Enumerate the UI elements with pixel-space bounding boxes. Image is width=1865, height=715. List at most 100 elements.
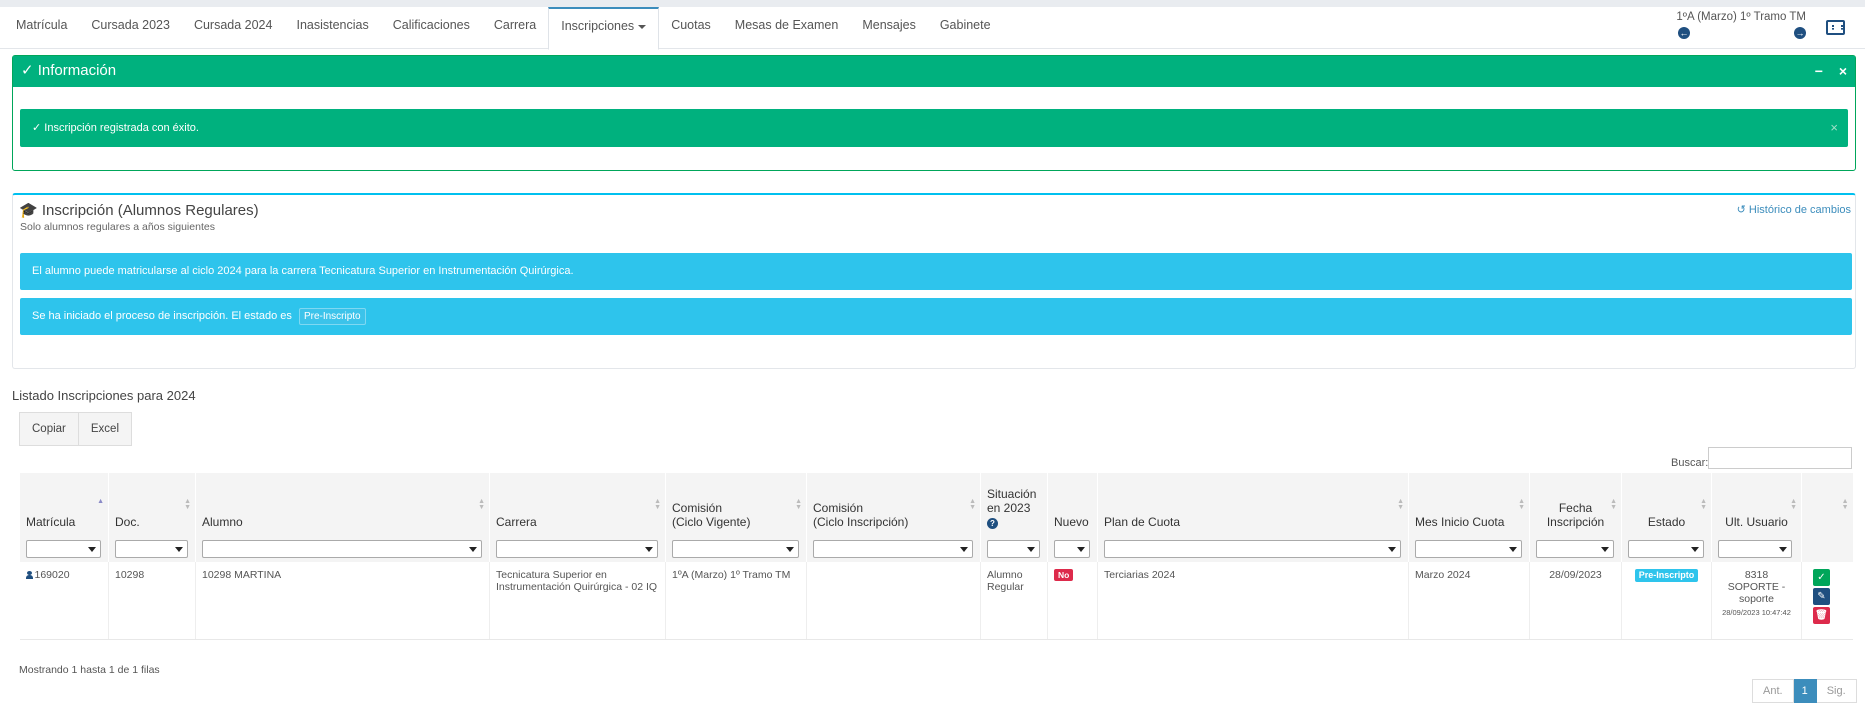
cell-mes-inicio: Marzo 2024 xyxy=(1408,562,1530,640)
col-alumno[interactable]: Alumno ▲ ▼ xyxy=(195,473,490,535)
estado-badge: Pre-Inscripto xyxy=(1634,569,1699,582)
col-nuevo[interactable]: Nuevo xyxy=(1047,473,1098,535)
cell-usuario: 8318 SOPORTE - soporte 28/09/2023 10:47:4… xyxy=(1711,562,1802,640)
col-comision-inscripcion[interactable]: Comisión (Ciclo Inscripción) ▲ ▼ xyxy=(806,473,981,535)
sort-icon: ▲ ▼ xyxy=(795,498,802,511)
cell-nuevo: No xyxy=(1047,562,1098,640)
col-doc[interactable]: Doc. ▲ ▼ xyxy=(108,473,196,535)
help-icon[interactable]: ? xyxy=(987,518,998,529)
filter-situacion-select[interactable] xyxy=(987,539,1040,558)
search-input[interactable] xyxy=(1708,447,1852,469)
col-matricula[interactable]: Matrícula ▲ xyxy=(19,473,109,535)
inscription-box: 🎓 Inscripción (Alumnos Regulares) Solo a… xyxy=(12,193,1856,369)
col-comision-vigente[interactable]: Comisión (Ciclo Vigente) ▲ ▼ xyxy=(665,473,807,535)
check-icon: ✓ xyxy=(32,122,42,134)
nuevo-badge: No xyxy=(1054,569,1074,581)
sort-icon: ▲ ▼ xyxy=(478,498,485,511)
cell-alumno: 10298 MARTINA xyxy=(195,562,490,640)
tab-mesas-de-examen[interactable]: Mesas de Examen xyxy=(723,7,851,49)
cell-estado: Pre-Inscripto xyxy=(1621,562,1712,640)
tab-gabinete[interactable]: Gabinete xyxy=(928,7,1003,49)
col-situacion[interactable]: Situación en 2023? xyxy=(980,473,1048,535)
tab-cursada-2024[interactable]: Cursada 2024 xyxy=(182,7,285,49)
cycle-label: 1ºA (Marzo) 1º Tramo TM xyxy=(1676,11,1806,23)
history-link-label: Histórico de cambios xyxy=(1748,204,1851,216)
confirm-button[interactable]: ✓ xyxy=(1813,569,1830,586)
next-page-button[interactable]: Sig. xyxy=(1816,679,1857,703)
col-carrera[interactable]: Carrera ▲ ▼ xyxy=(489,473,666,535)
filter-usuario-select[interactable] xyxy=(1718,539,1792,558)
tab-inasistencias[interactable]: Inasistencias xyxy=(284,7,380,49)
sort-icon: ▲ ▼ xyxy=(184,498,191,511)
col-doc-label: Doc. xyxy=(115,515,140,529)
tab-mensajes[interactable]: Mensajes xyxy=(850,7,928,49)
tab-cuotas[interactable]: Cuotas xyxy=(659,7,723,49)
col-fecha-inscripcion[interactable]: Fecha Inscripción ▲ ▼ xyxy=(1529,473,1622,535)
cell-actions: ✓ ✎ 🗑 xyxy=(1801,562,1853,640)
col-situacion-label-2: en 2023 xyxy=(987,501,1031,515)
user-icon xyxy=(25,571,33,580)
col-ult-usuario[interactable]: Ult. Usuario ▲ ▼ xyxy=(1711,473,1802,535)
cycle-selector: 1ºA (Marzo) 1º Tramo TM ← → xyxy=(1672,11,1806,41)
copy-button[interactable]: Copiar xyxy=(19,412,79,446)
table-row: 169020 10298 10298 MARTINA Tecnicatura S… xyxy=(19,562,1853,640)
prev-page-button[interactable]: Ant. xyxy=(1752,679,1794,703)
trash-icon[interactable]: 🗑 xyxy=(1813,607,1830,624)
matricula-value: 169020 xyxy=(34,569,70,581)
filter-comision-vigente-select[interactable] xyxy=(672,539,799,558)
history-icon: ↺ xyxy=(1736,204,1746,216)
col-fecha-label-1: Fecha xyxy=(1558,501,1593,515)
col-actions: ▲ ▼ xyxy=(1801,473,1853,535)
cell-fecha: 28/09/2023 xyxy=(1529,562,1622,640)
filter-mes-inicio-select[interactable] xyxy=(1415,539,1522,558)
info-box-tools: − × xyxy=(1803,56,1847,86)
cell-comision-inscripcion xyxy=(806,562,981,640)
usuario-value: 8318 SOPORTE - soporte xyxy=(1727,569,1786,605)
arrow-right-icon[interactable]: → xyxy=(1794,27,1806,39)
nav-tabs: Matrícula Cursada 2023 Cursada 2024 Inas… xyxy=(4,7,1003,50)
filter-fecha-select[interactable] xyxy=(1536,539,1614,558)
edit-icon[interactable]: ✎ xyxy=(1813,588,1830,605)
cell-matricula[interactable]: 169020 xyxy=(19,562,109,640)
sort-icon: ▲ ▼ xyxy=(1700,498,1707,511)
col-mes-inicio-cuota[interactable]: Mes Inicio Cuota ▲ ▼ xyxy=(1408,473,1530,535)
tab-calificaciones[interactable]: Calificaciones xyxy=(381,7,482,49)
filter-alumno-select[interactable] xyxy=(202,539,482,558)
tab-carrera[interactable]: Carrera xyxy=(482,7,548,49)
excel-button[interactable]: Excel xyxy=(78,412,133,446)
col-comision-inscripcion-label-1: Comisión xyxy=(813,501,864,515)
search-label: Buscar: xyxy=(1671,457,1709,469)
sort-icon: ▲ ▼ xyxy=(969,498,976,511)
listing-title: Listado Inscripciones para 2024 xyxy=(12,388,196,403)
filter-nuevo-select[interactable] xyxy=(1054,539,1090,558)
col-estado[interactable]: Estado ▲ ▼ xyxy=(1621,473,1712,535)
arrow-left-icon[interactable]: ← xyxy=(1678,27,1690,39)
cell-carrera: Tecnicatura Superior en Instrumentación … xyxy=(489,562,666,640)
close-button[interactable]: × xyxy=(1839,63,1847,79)
status-alert-text: Se ha iniciado el proceso de inscripción… xyxy=(32,310,292,322)
filter-estado-select[interactable] xyxy=(1628,539,1704,558)
col-comision-vigente-label-1: Comisión xyxy=(672,501,723,515)
cell-plan: Terciarias 2024 xyxy=(1097,562,1409,640)
filter-comision-inscripcion-select[interactable] xyxy=(813,539,973,558)
tab-inscripciones[interactable]: Inscripciones xyxy=(548,7,660,50)
page-1-button[interactable]: 1 xyxy=(1793,679,1817,703)
info-box-title: Información xyxy=(37,62,117,79)
qr-scan-icon[interactable] xyxy=(1826,20,1845,35)
minimize-button[interactable]: − xyxy=(1815,63,1823,79)
inscription-title-text: Inscripción (Alumnos Regulares) xyxy=(41,202,259,219)
filter-carrera-select[interactable] xyxy=(496,539,658,558)
info-box: ✓ Información − × ✓ Inscripción registra… xyxy=(12,55,1856,171)
filter-doc-select[interactable] xyxy=(115,539,188,558)
col-mes-inicio-label: Mes Inicio Cuota xyxy=(1415,515,1505,529)
filter-matricula-select[interactable] xyxy=(26,539,101,558)
col-plan-de-cuota[interactable]: Plan de Cuota ▲ ▼ xyxy=(1097,473,1409,535)
filter-plan-select[interactable] xyxy=(1104,539,1401,558)
history-link[interactable]: ↺ Histórico de cambios xyxy=(1737,203,1851,216)
col-situacion-label-1: Situación xyxy=(987,487,1037,501)
tab-cursada-2023[interactable]: Cursada 2023 xyxy=(79,7,182,49)
filter-row xyxy=(19,535,1853,562)
tab-matricula[interactable]: Matrícula xyxy=(4,7,79,49)
alert-close-button[interactable]: × xyxy=(1830,109,1838,147)
check-icon: ✓ xyxy=(21,62,34,79)
